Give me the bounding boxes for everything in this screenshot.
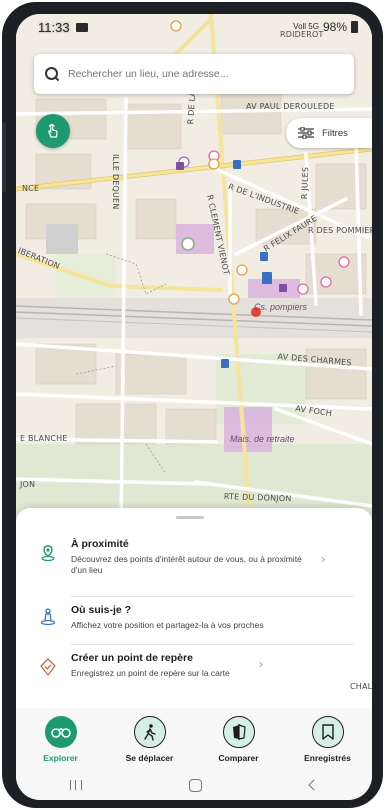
system-navigation-bar xyxy=(16,770,372,800)
nav-label-comparer: Comparer xyxy=(218,753,259,763)
nav-icon-circle xyxy=(223,716,255,748)
nav-icon-circle xyxy=(134,716,166,748)
map-street-label: R JULES xyxy=(300,166,311,200)
filters-label: Filtres xyxy=(322,127,348,139)
phone-side-button xyxy=(2,122,6,192)
map-street-label: JON xyxy=(20,480,36,489)
message-icon xyxy=(75,22,88,32)
nearby-title: À proximité xyxy=(71,538,129,550)
person-location-icon xyxy=(40,608,56,626)
divider xyxy=(71,644,354,645)
bookmark-icon xyxy=(322,724,334,740)
sliders-icon xyxy=(298,127,314,139)
search-input[interactable] xyxy=(68,68,328,80)
search-bar[interactable] xyxy=(34,54,354,94)
chevron-right-icon: › xyxy=(321,552,325,566)
list-item-nearby[interactable]: À proximité Découvrez des points d'intér… xyxy=(16,538,372,588)
status-bar: 11:33 Voll 5G 98% xyxy=(16,14,372,40)
list-item-where-am-i[interactable]: Où suis-je ? Affichez votre position et … xyxy=(16,604,372,642)
compare-map-icon xyxy=(233,724,246,740)
nav-tab-enregistres[interactable]: Enregistrés xyxy=(283,708,372,770)
map-street-label: R DES POMMIER xyxy=(308,226,372,235)
home-icon[interactable] xyxy=(189,778,203,792)
back-icon[interactable] xyxy=(308,779,320,791)
map-street-label: NCE xyxy=(22,184,40,193)
nav-label-enregistres: Enregistrés xyxy=(304,753,351,763)
poi-label-retirement-home: Mais. de retraite xyxy=(230,434,295,444)
sheet-drag-handle[interactable] xyxy=(176,516,204,519)
map-street-label: AV PAUL DEROULEDE xyxy=(246,102,335,111)
status-time: 11:33 xyxy=(38,19,70,35)
nav-tab-comparer[interactable]: Comparer xyxy=(194,708,283,770)
nav-icon-circle xyxy=(312,716,344,748)
create-landmark-title: Créer un point de repère xyxy=(71,652,193,664)
phone-frame: AV PAUL DEROULEDE R DE LA BIENFAI R JULE… xyxy=(2,2,383,808)
map-street-label: ILLE DEQUEN xyxy=(111,154,120,210)
divider xyxy=(71,596,354,597)
phone-screen: AV PAUL DEROULEDE R DE LA BIENFAI R JULE… xyxy=(16,14,372,800)
chevron-right-icon: › xyxy=(259,657,263,671)
nav-tab-se-deplacer[interactable]: Se déplacer xyxy=(105,708,194,770)
nav-label-se-deplacer: Se déplacer xyxy=(125,753,174,763)
filters-button[interactable]: Filtres xyxy=(286,118,372,148)
nav-label-explorer: Explorer xyxy=(43,753,78,763)
binoculars-icon xyxy=(51,728,71,738)
list-item-create-landmark[interactable]: Créer un point de repère Enregistrez un … xyxy=(16,652,372,692)
search-icon xyxy=(44,66,60,82)
recent-apps-icon[interactable] xyxy=(69,780,82,790)
battery-icon xyxy=(351,21,358,33)
nearby-description: Découvrez des points d'intérêt autour de… xyxy=(71,554,302,575)
walking-icon xyxy=(144,724,156,741)
map-street-label: CHAL xyxy=(350,682,372,691)
nav-tab-explorer[interactable]: Explorer xyxy=(16,708,105,770)
where-am-i-description: Affichez votre position et partagez-la à… xyxy=(71,620,264,630)
location-pin-icon xyxy=(41,545,55,562)
map-street-label: E BLANCHE xyxy=(20,434,68,443)
where-am-i-title: Où suis-je ? xyxy=(71,604,132,616)
touch-gesture-button[interactable] xyxy=(36,114,70,148)
bottom-navigation: Explorer Se déplacer Comparer Enregistré… xyxy=(16,708,372,770)
hand-pointer-icon xyxy=(48,124,58,138)
create-landmark-description: Enregistrez un point de repère sur la ca… xyxy=(71,668,230,678)
network-label: Voll 5G xyxy=(293,22,319,31)
bottom-sheet[interactable]: À proximité Découvrez des points d'intér… xyxy=(16,508,372,708)
nav-icon-circle xyxy=(45,716,77,748)
poi-label-fire-station: Cs. pompiers xyxy=(254,302,308,312)
landmark-check-icon xyxy=(40,658,56,676)
battery-percent: 98% xyxy=(322,20,347,34)
